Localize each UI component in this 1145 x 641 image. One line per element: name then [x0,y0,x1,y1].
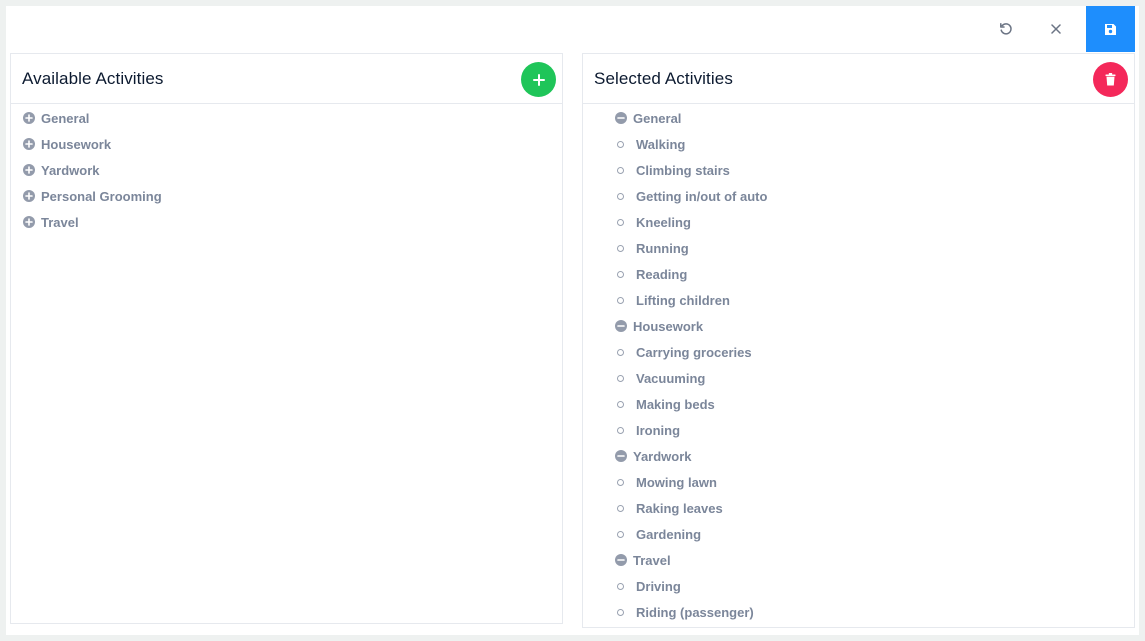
save-button[interactable] [1086,6,1135,52]
bullet-icon [617,400,624,408]
selected-activity-item[interactable]: Reading [583,261,1134,287]
activity-label: Lifting children [636,292,730,308]
selected-activity-item[interactable]: Climbing stairs [583,157,1134,183]
bullet-icon [617,426,624,434]
bullet-icon [617,478,624,486]
bullet-icon [617,140,624,148]
category-label: Housework [41,136,112,152]
activity-label: Reading [636,266,688,282]
activity-label: Running [636,240,689,256]
trash-icon [1105,73,1116,86]
selected-activity-item[interactable]: Running [583,235,1134,261]
selected-title: Selected Activities [594,69,733,88]
activity-label: Mowing lawn [636,474,717,490]
close-button[interactable] [1034,6,1078,52]
selected-activity-item[interactable]: Riding (passenger) [583,599,1134,625]
selected-activity-item[interactable]: Lifting children [583,287,1134,313]
selected-header: Selected Activities [583,54,1134,104]
selected-activity-item[interactable]: Getting in/out of auto [583,183,1134,209]
activity-label: Gardening [636,526,702,542]
activity-label: Driving [636,578,681,594]
category-label: Travel [633,552,671,568]
available-header: Available Activities [11,54,562,104]
available-category[interactable]: Housework [11,131,562,157]
activity-label: Vacuuming [636,370,706,386]
selected-activity-item[interactable]: Ironing [583,417,1134,443]
activity-label: Carrying groceries [636,344,752,360]
bullet-icon [617,504,624,512]
undo-button[interactable] [984,6,1028,52]
expand-icon[interactable] [23,164,35,176]
available-category[interactable]: Personal Grooming [11,183,562,209]
bullet-icon [617,530,624,538]
save-icon [1105,23,1116,35]
bullet-icon [617,244,624,252]
bullet-icon [617,192,624,200]
available-activities-panel: Available Activities General Housework Yar… [10,53,563,624]
category-label: General [41,110,90,126]
available-category[interactable]: Travel [11,209,562,235]
add-activity-button[interactable] [521,62,556,97]
selected-activity-item[interactable]: Mowing lawn [583,469,1134,495]
selected-category[interactable]: Travel [583,547,1134,573]
undo-icon [1000,23,1012,35]
selected-category[interactable]: General [583,105,1134,131]
activity-label: Climbing stairs [636,162,730,178]
activity-label: Making beds [636,396,715,412]
activity-label: Walking [636,136,686,152]
selected-category[interactable]: Housework [583,313,1134,339]
category-label: Yardwork [633,448,692,464]
close-icon [1051,24,1061,34]
bullet-icon [617,582,624,590]
activity-label: Getting in/out of auto [636,188,768,204]
activity-label: Kneeling [636,214,691,230]
available-title: Available Activities [22,69,164,88]
delete-activity-button[interactable] [1093,62,1128,97]
bullet-icon [617,374,624,382]
activity-label: Raking leaves [636,500,723,516]
collapse-icon[interactable] [615,450,627,462]
collapse-icon[interactable] [615,554,627,566]
category-label: General [633,110,682,126]
bullet-icon [617,296,624,304]
category-label: Housework [633,318,704,334]
bullet-icon [617,218,624,226]
activity-label: Riding (passenger) [636,604,754,620]
collapse-icon[interactable] [615,320,627,332]
bullet-icon [617,270,624,278]
available-tree: General Housework Yardwork Personal Groomin… [11,104,562,235]
expand-icon[interactable] [23,112,35,124]
selected-activity-item[interactable]: Raking leaves [583,495,1134,521]
selected-activity-item[interactable]: Carrying groceries [583,339,1134,365]
bullet-icon [617,166,624,174]
category-label: Travel [41,214,79,230]
selected-tree: General Walking Climbing stairs Getting in/… [583,104,1134,625]
bullet-icon [617,608,624,616]
available-category[interactable]: Yardwork [11,157,562,183]
activity-label: Ironing [636,422,681,438]
selected-activity-item[interactable]: Making beds [583,391,1134,417]
available-category[interactable]: General [11,105,562,131]
expand-icon[interactable] [23,190,35,202]
bullet-icon [617,348,624,356]
selected-activity-item[interactable]: Walking [583,131,1134,157]
selected-activities-panel: Selected Activities General Walking Climbi… [582,53,1135,628]
selected-activity-item[interactable]: Gardening [583,521,1134,547]
selected-activity-item[interactable]: Kneeling [583,209,1134,235]
selected-activity-item[interactable]: Vacuuming [583,365,1134,391]
plus-icon [532,73,545,86]
category-label: Yardwork [41,162,100,178]
collapse-icon[interactable] [615,112,627,124]
expand-icon[interactable] [23,138,35,150]
selected-activity-item[interactable]: Driving [583,573,1134,599]
selected-category[interactable]: Yardwork [583,443,1134,469]
category-label: Personal Grooming [41,188,162,204]
expand-icon[interactable] [23,216,35,228]
